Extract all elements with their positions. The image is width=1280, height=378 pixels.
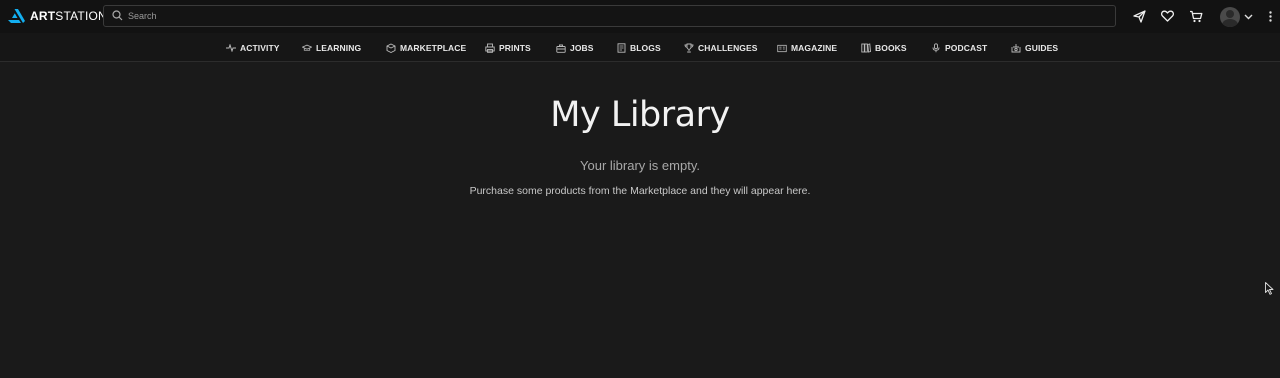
nav-label: PRINTS bbox=[499, 43, 531, 53]
nav-item-marketplace[interactable]: MARKETPLACE bbox=[386, 42, 466, 54]
nav-item-guides[interactable]: GUIDES bbox=[1011, 42, 1058, 54]
briefcase-icon bbox=[556, 43, 566, 53]
print-icon bbox=[485, 43, 495, 53]
nav-label: MARKETPLACE bbox=[400, 43, 467, 53]
mouse-cursor-icon bbox=[1265, 282, 1274, 300]
search-input[interactable] bbox=[128, 7, 1088, 25]
nav-item-challenges[interactable]: CHALLENGES bbox=[684, 42, 758, 54]
user-menu[interactable] bbox=[1220, 6, 1253, 27]
artstation-logo[interactable]: ARTSTATION bbox=[8, 8, 107, 24]
nav-label: MAGAZINE bbox=[791, 43, 838, 53]
nav-item-podcast[interactable]: PODCAST bbox=[931, 42, 987, 54]
artstation-logo-icon bbox=[8, 9, 25, 23]
magazine-icon bbox=[777, 43, 787, 53]
nav-item-blogs[interactable]: BLOGS bbox=[616, 42, 661, 54]
nav-item-activity[interactable]: ACTIVITY bbox=[226, 42, 280, 54]
books-icon bbox=[861, 43, 871, 53]
microphone-icon bbox=[931, 43, 941, 53]
nav-item-magazine[interactable]: MAGAZINE bbox=[777, 42, 837, 54]
page-title: My Library bbox=[550, 95, 730, 135]
search-icon bbox=[112, 10, 124, 22]
nav-item-prints[interactable]: PRINTS bbox=[485, 42, 531, 54]
chevron-down-icon[interactable] bbox=[1244, 14, 1253, 20]
nav-label: ACTIVITY bbox=[240, 43, 280, 53]
heart-icon[interactable] bbox=[1160, 9, 1174, 23]
graduation-cap-icon bbox=[302, 43, 312, 53]
nav-item-jobs[interactable]: JOBS bbox=[556, 42, 594, 54]
activity-icon bbox=[226, 43, 236, 53]
nav-label: GUIDES bbox=[1025, 43, 1059, 53]
nav-label: LEARNING bbox=[316, 43, 362, 53]
nav-label: BLOGS bbox=[630, 43, 661, 53]
more-icon[interactable] bbox=[1266, 9, 1274, 23]
main-nav: ACTIVITY LEARNING MARKETPLACE PRINTS JOB… bbox=[0, 33, 1280, 62]
empty-state-title: Your library is empty. bbox=[580, 158, 700, 173]
empty-state-description: Purchase some products from the Marketpl… bbox=[469, 185, 811, 197]
search-bar[interactable] bbox=[103, 5, 1116, 27]
nav-item-learning[interactable]: LEARNING bbox=[302, 42, 361, 54]
nav-label: CHALLENGES bbox=[698, 43, 758, 53]
top-bar: ARTSTATION bbox=[0, 0, 1280, 33]
blog-icon bbox=[616, 43, 626, 53]
guides-icon bbox=[1011, 43, 1021, 53]
logo-text: ARTSTATION bbox=[30, 9, 107, 23]
nav-item-books[interactable]: BOOKS bbox=[861, 42, 907, 54]
send-icon[interactable] bbox=[1132, 9, 1146, 23]
nav-label: BOOKS bbox=[875, 43, 907, 53]
cart-icon[interactable] bbox=[1189, 9, 1203, 23]
nav-label: PODCAST bbox=[945, 43, 988, 53]
avatar[interactable] bbox=[1220, 6, 1240, 27]
trophy-icon bbox=[684, 43, 694, 53]
nav-label: JOBS bbox=[570, 43, 594, 53]
cube-icon bbox=[386, 43, 396, 53]
